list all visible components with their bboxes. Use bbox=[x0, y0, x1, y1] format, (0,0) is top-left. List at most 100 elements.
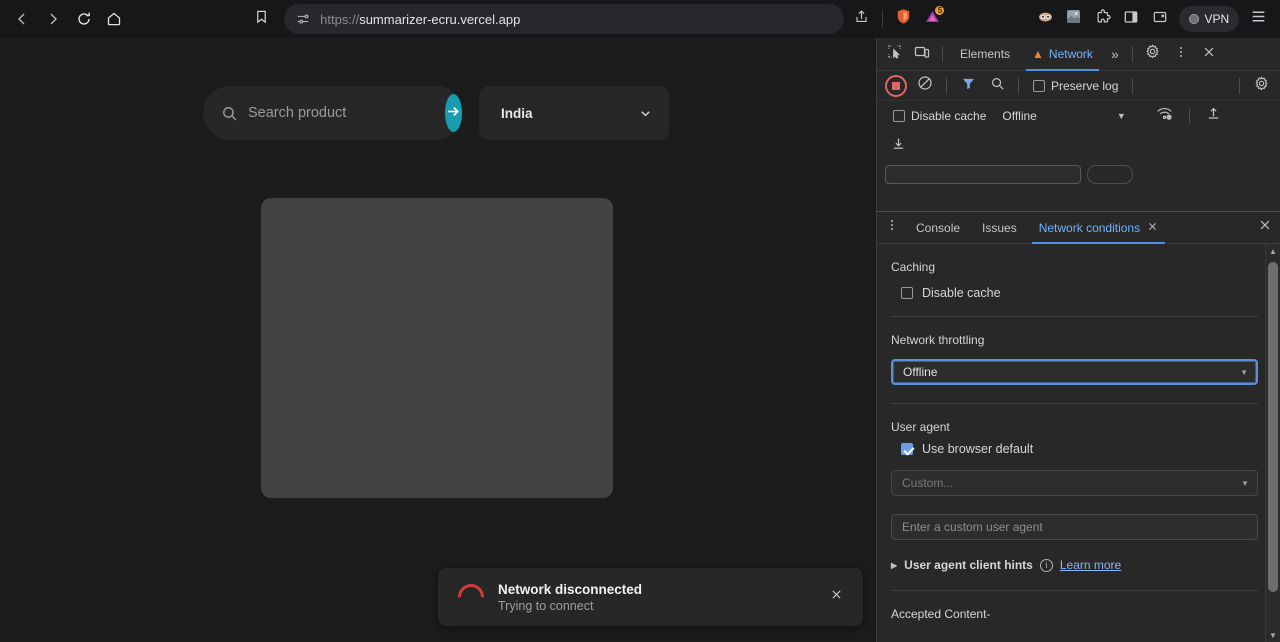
network-conditions-wifi-icon bbox=[1156, 105, 1173, 127]
inspect-element-button[interactable] bbox=[881, 41, 907, 67]
brave-wallet-icon bbox=[1065, 8, 1082, 30]
network-conditions-panel: Caching Disable cache Network throttling… bbox=[877, 244, 1280, 642]
preserve-log-checkbox-box bbox=[1033, 79, 1045, 92]
export-har-button[interactable] bbox=[885, 133, 911, 159]
info-circle-icon[interactable]: i bbox=[1039, 558, 1053, 572]
vpn-button[interactable]: VPN bbox=[1179, 6, 1240, 32]
network-conditions-button[interactable] bbox=[1152, 103, 1178, 129]
country-select-value: India bbox=[501, 105, 533, 121]
reload-button[interactable] bbox=[69, 4, 98, 34]
disable-cache-checkbox[interactable]: Disable cache bbox=[885, 109, 992, 123]
panel-divider-3 bbox=[891, 590, 1258, 591]
custom-user-agent-input[interactable]: Enter a custom user agent bbox=[891, 514, 1258, 540]
tab-elements[interactable]: Elements bbox=[950, 38, 1020, 71]
panel-disable-cache-checkbox[interactable]: Disable cache bbox=[891, 286, 1258, 300]
share-button[interactable] bbox=[848, 5, 875, 33]
forward-button[interactable] bbox=[39, 4, 68, 34]
panel-divider-1 bbox=[891, 316, 1258, 317]
use-browser-default-checkbox[interactable]: Use browser default bbox=[891, 442, 1258, 456]
network-export-row bbox=[877, 131, 1280, 161]
throttling-select-value: Offline bbox=[903, 365, 938, 379]
drawer-tab-console[interactable]: Console bbox=[905, 212, 971, 244]
custom-user-agent-select[interactable]: Custom... ▼ bbox=[891, 470, 1258, 496]
preserve-log-label: Preserve log bbox=[1051, 78, 1119, 93]
network-toolbar-divider-4 bbox=[1239, 77, 1240, 94]
search-input[interactable] bbox=[248, 105, 435, 121]
leo-ai-icon bbox=[1037, 8, 1054, 30]
site-settings-icon[interactable] bbox=[296, 12, 310, 26]
device-toolbar-button[interactable] bbox=[909, 41, 935, 67]
brave-shields-button[interactable] bbox=[890, 5, 917, 33]
country-select[interactable]: India bbox=[479, 86, 669, 140]
back-button[interactable] bbox=[8, 4, 37, 34]
caret-down-icon: ▼ bbox=[1240, 367, 1248, 377]
drawer-tab-network-conditions[interactable]: Network conditions bbox=[1028, 212, 1169, 244]
forward-arrow-icon bbox=[45, 11, 61, 27]
caret-down-icon[interactable]: ▼ bbox=[1117, 111, 1126, 121]
drawer-close-button[interactable] bbox=[1252, 215, 1278, 241]
drawer-tab-issues[interactable]: Issues bbox=[971, 212, 1028, 244]
warning-triangle-icon: ▲ bbox=[1032, 47, 1044, 61]
devtools-kebab-button[interactable] bbox=[1168, 41, 1194, 67]
drawer-scrollbar[interactable]: ▲ ▼ bbox=[1265, 244, 1280, 642]
devtools-drawer: Console Issues Network conditions Cachin… bbox=[877, 211, 1280, 642]
leo-ai-button[interactable] bbox=[1032, 5, 1059, 33]
network-settings-button[interactable] bbox=[1248, 73, 1274, 99]
home-button[interactable] bbox=[100, 4, 129, 34]
toast-close-button[interactable] bbox=[825, 586, 847, 608]
devtools-close-button[interactable] bbox=[1196, 41, 1222, 67]
bookmarks-bar-icon bbox=[1152, 9, 1168, 30]
expand-triangle-icon: ▶ bbox=[891, 560, 898, 570]
user-agent-client-hints-toggle[interactable]: ▶ User agent client hints i Learn more bbox=[891, 558, 1258, 572]
drawer-tab-close-icon[interactable] bbox=[1147, 221, 1158, 235]
devtools-settings-button[interactable] bbox=[1140, 41, 1166, 67]
throttling-select[interactable]: Offline ▼ bbox=[891, 359, 1258, 385]
bookmark-icon bbox=[254, 9, 269, 29]
drawer-tab-network-conditions-label: Network conditions bbox=[1038, 220, 1141, 235]
export-har-icon bbox=[891, 136, 906, 156]
scroll-down-arrow-icon[interactable]: ▼ bbox=[1269, 628, 1277, 642]
drawer-tab-issues-label: Issues bbox=[982, 220, 1017, 235]
search-submit-button[interactable] bbox=[445, 94, 462, 132]
search-row: India bbox=[0, 86, 876, 140]
brave-wallet-button[interactable] bbox=[1060, 5, 1087, 33]
network-search-button[interactable] bbox=[984, 73, 1010, 99]
browser-menu-button[interactable] bbox=[1245, 5, 1272, 33]
network-disconnected-toast: Network disconnected Trying to connect bbox=[438, 568, 863, 626]
close-x-icon bbox=[830, 588, 843, 606]
import-har-icon bbox=[1206, 106, 1221, 126]
custom-user-agent-placeholder: Enter a custom user agent bbox=[902, 520, 1043, 534]
filter-button[interactable] bbox=[955, 73, 981, 99]
sidebar-toggle-button[interactable] bbox=[1118, 5, 1145, 33]
tab-network[interactable]: ▲ Network bbox=[1022, 38, 1103, 71]
import-har-button[interactable] bbox=[1201, 103, 1227, 129]
product-search-box[interactable] bbox=[203, 86, 463, 140]
more-tabs-button[interactable]: » bbox=[1105, 46, 1125, 62]
bookmarks-bar-button[interactable] bbox=[1147, 5, 1174, 33]
caching-section-title: Caching bbox=[891, 260, 936, 274]
url-host: summarizer-ecru.vercel.app bbox=[359, 11, 521, 27]
network-filter-pill[interactable] bbox=[1087, 164, 1133, 184]
gear-icon bbox=[1145, 44, 1160, 64]
extensions-button[interactable] bbox=[1089, 5, 1116, 33]
share-icon bbox=[854, 9, 869, 29]
preserve-log-checkbox[interactable]: Preserve log bbox=[1027, 79, 1124, 93]
network-toolbar-divider bbox=[946, 77, 947, 94]
address-bar[interactable]: https://summarizer-ecru.vercel.app bbox=[284, 4, 845, 34]
throttling-value[interactable]: Offline bbox=[1002, 109, 1036, 123]
network-filter-input[interactable] bbox=[885, 164, 1081, 184]
scrollbar-thumb[interactable] bbox=[1268, 262, 1278, 592]
use-browser-default-label: Use browser default bbox=[922, 442, 1034, 456]
chevrons-right-icon: » bbox=[1110, 46, 1119, 62]
browser-window: https://summarizer-ecru.vercel.app 5 VPN… bbox=[0, 0, 1280, 642]
gear-icon bbox=[1254, 75, 1269, 96]
scrollbar-track[interactable] bbox=[1266, 258, 1280, 628]
bookmark-button[interactable] bbox=[247, 4, 276, 34]
learn-more-link[interactable]: Learn more bbox=[1060, 558, 1121, 572]
scroll-up-arrow-icon[interactable]: ▲ bbox=[1269, 244, 1277, 258]
devtools-tabbar: Elements ▲ Network » bbox=[877, 38, 1280, 71]
clear-network-log-button[interactable] bbox=[912, 73, 938, 99]
drawer-kebab-button[interactable] bbox=[879, 215, 905, 241]
record-network-button[interactable] bbox=[883, 73, 909, 99]
brave-rewards-button[interactable]: 5 bbox=[919, 5, 946, 33]
